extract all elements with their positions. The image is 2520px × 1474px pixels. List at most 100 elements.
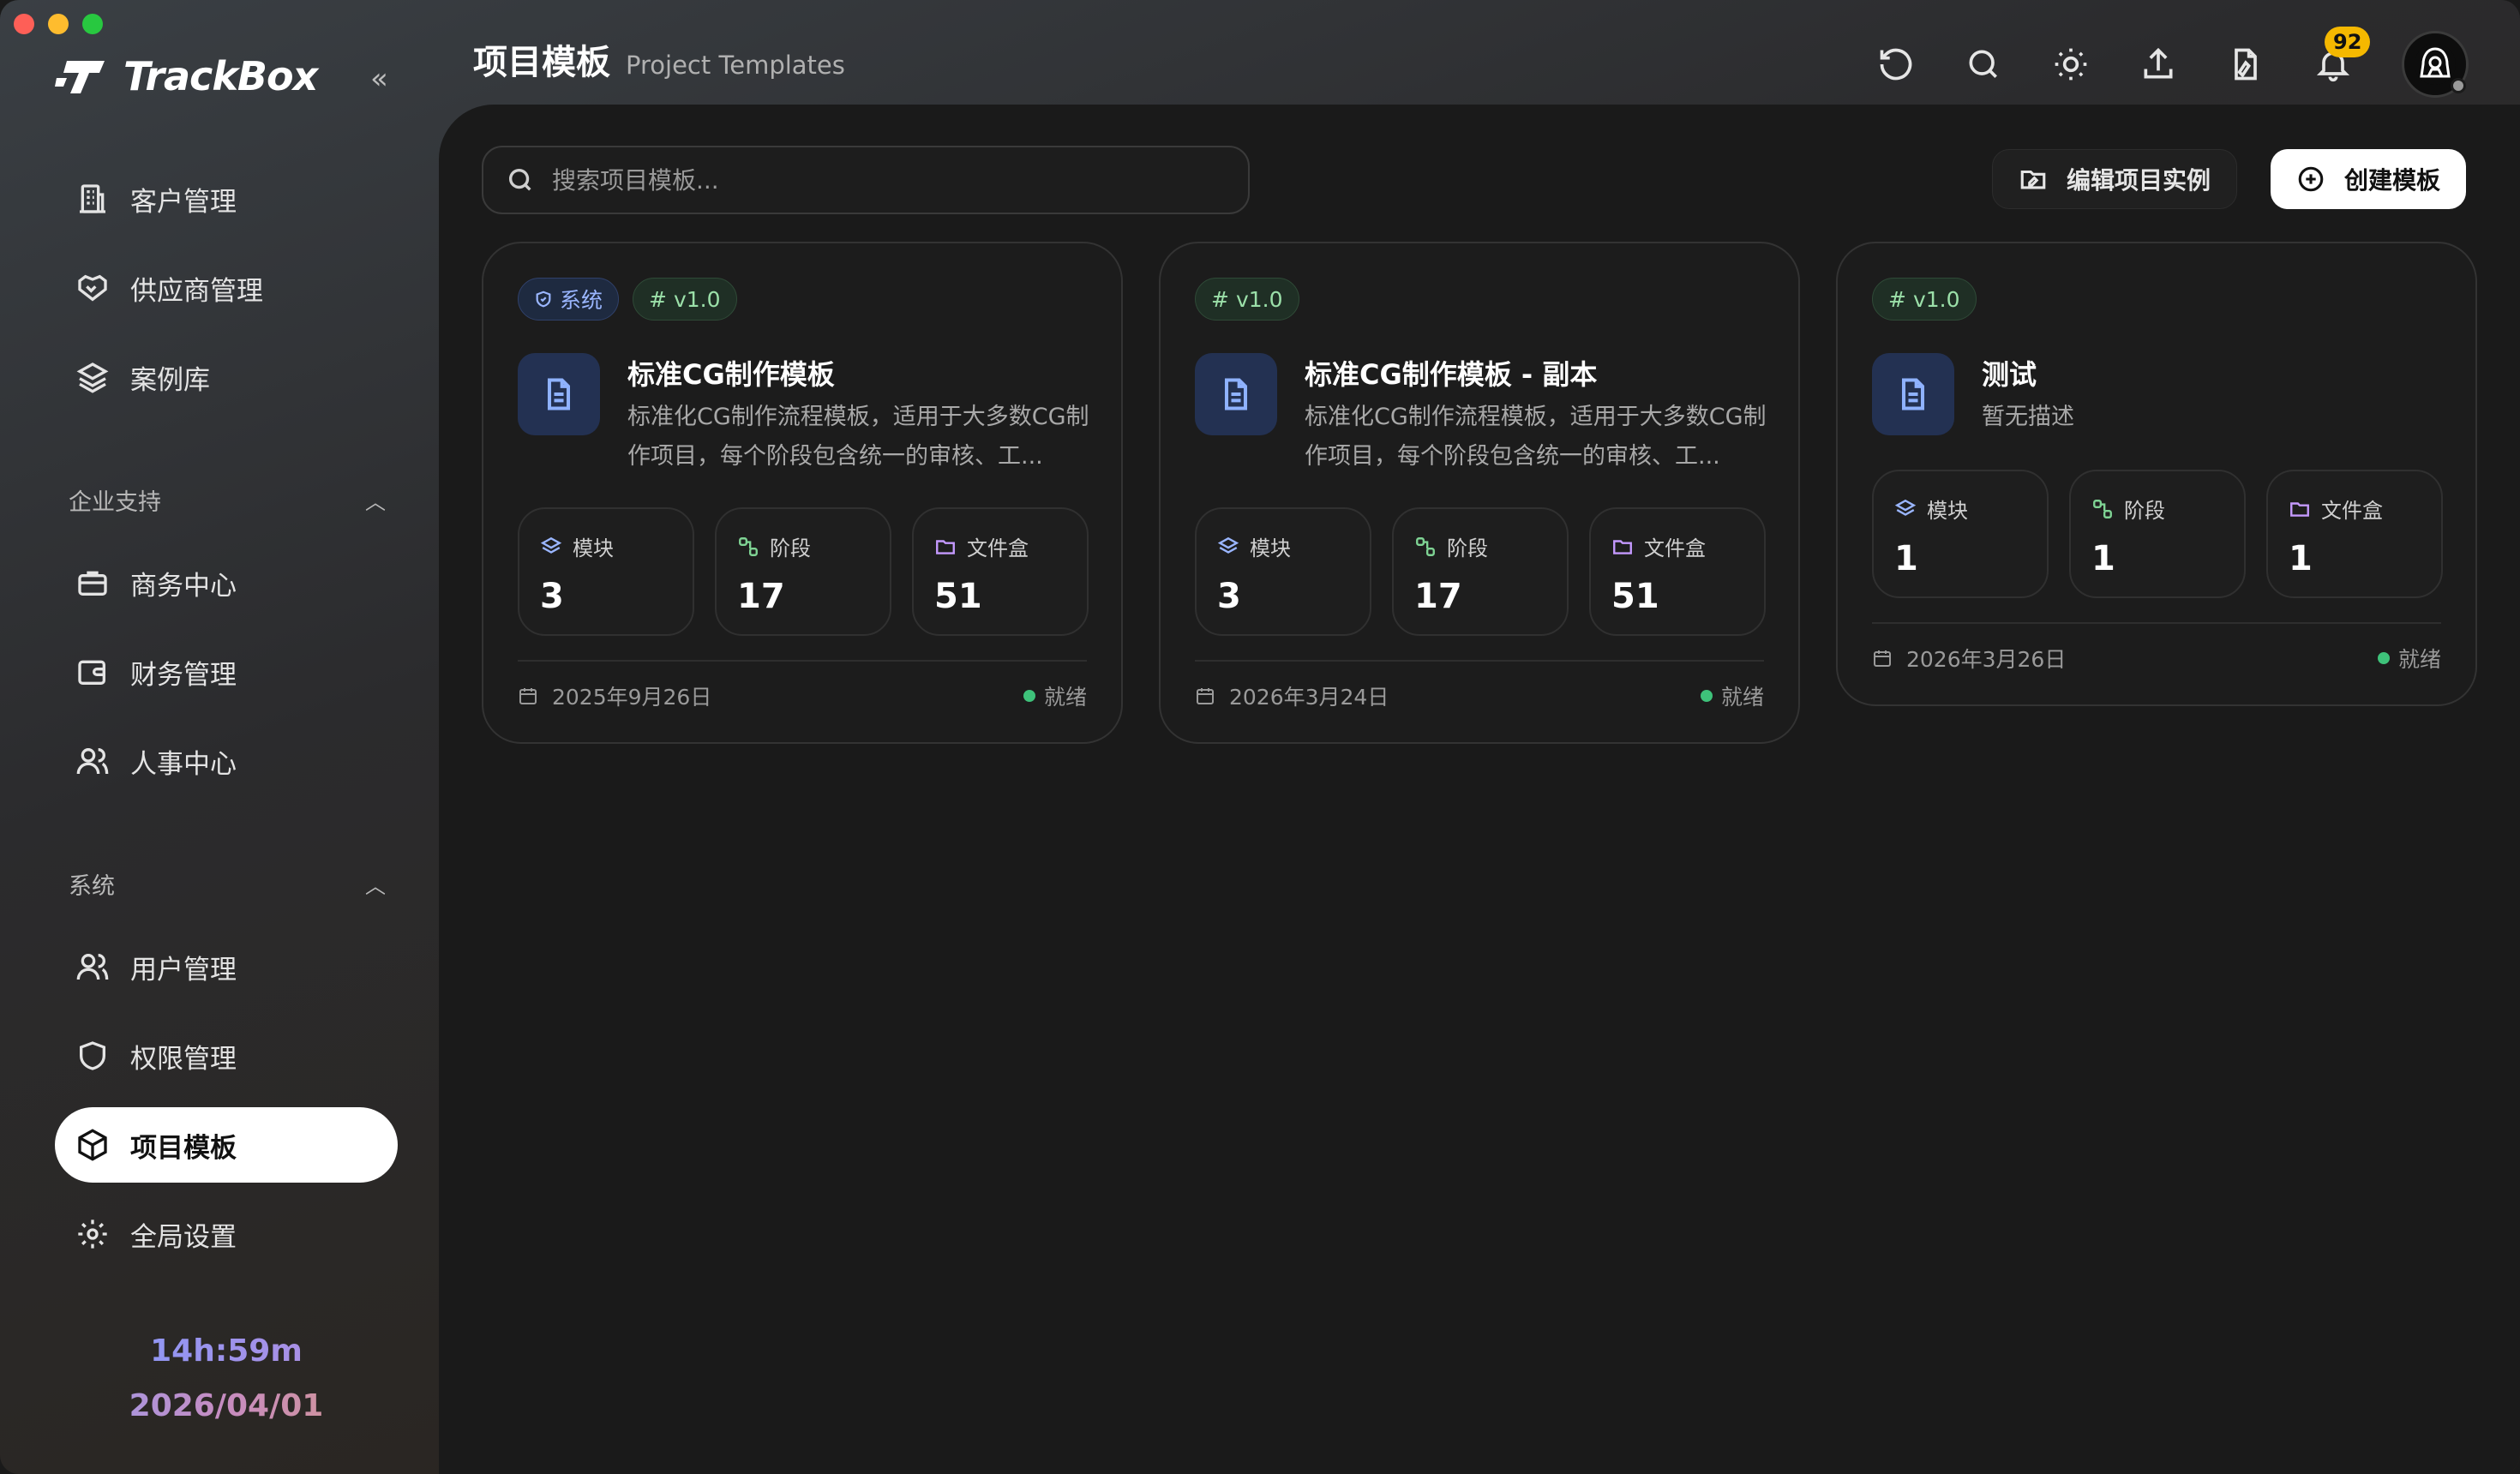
create-template-button[interactable]: 创建模板: [2271, 149, 2467, 209]
header-toolbar: 92: [1877, 27, 2469, 98]
current-date: 2026/04/01: [0, 1388, 453, 1423]
notification-badge: 92: [2325, 27, 2371, 57]
stat-file-boxes: 文件盒 51: [1589, 507, 1766, 636]
card-description: 暂无描述: [1982, 404, 2074, 430]
stat-label: 阶段: [770, 536, 811, 560]
stat-value: 17: [1414, 577, 1462, 616]
section-enterprise-support[interactable]: 企业支持 ︿: [69, 483, 386, 517]
search-button[interactable]: [1965, 45, 2002, 83]
stat-file-boxes: 文件盒 1: [2266, 470, 2443, 598]
template-icon-tile: [1872, 353, 1954, 435]
sidebar-item-hr[interactable]: 人事中心: [55, 723, 398, 799]
card-stats: 模块 3 阶段 17 文件盒 51: [518, 507, 1089, 636]
sidebar-item-permissions[interactable]: 权限管理: [55, 1018, 398, 1094]
version-label: v1.0: [1912, 286, 1960, 312]
sidebar-item-business-center[interactable]: 商务中心: [55, 545, 398, 620]
search-icon: [1969, 50, 1997, 78]
edit-button-label: 编辑项目实例: [2067, 166, 2211, 195]
status-text: 就绪: [1720, 685, 1764, 710]
main-content: 编辑项目实例 创建模板 系统 # v1.0 标准CG制作模板 标准化C: [439, 105, 2520, 1474]
stat-label: 模块: [1927, 499, 1968, 523]
status-text: 就绪: [2397, 647, 2441, 672]
handshake-icon: [78, 274, 107, 302]
briefcase-icon: [78, 571, 107, 596]
sidebar-item-label: 客户管理: [130, 186, 237, 218]
sidebar-item-case-library[interactable]: 案例库: [55, 339, 398, 415]
card-footer: 2026年3月26日 就绪: [1872, 643, 2441, 674]
stat-label: 文件盒: [2321, 499, 2383, 523]
sidebar-item-finance[interactable]: 财务管理: [55, 634, 398, 710]
sidebar-item-label: 权限管理: [130, 1043, 237, 1075]
sidebar-item-project-templates[interactable]: 项目模板: [55, 1107, 398, 1183]
card-description: 标准化CG制作流程模板，适用于大多数CG制作项目，每个阶段包含统一的审核、工..…: [1305, 404, 1767, 470]
template-card[interactable]: # v1.0 测试 暂无描述 模块 1 阶段 1 文件盒 1 2026年3月26…: [1836, 242, 2477, 706]
user-avatar[interactable]: [2402, 31, 2469, 98]
card-tags: # v1.0: [1872, 278, 1977, 321]
sidebar-item-user-management[interactable]: 用户管理: [55, 929, 398, 1004]
hash-icon: #: [1888, 286, 1906, 312]
workflow-icon: [2093, 499, 2112, 518]
stat-modules: 模块 1: [1872, 470, 2049, 598]
stat-value: 1: [2289, 539, 2313, 578]
stat-value: 1: [2091, 539, 2115, 578]
version-tag: # v1.0: [1195, 278, 1299, 321]
calendar-icon: [1197, 688, 1214, 704]
plus-circle-icon: [2298, 166, 2324, 192]
template-card[interactable]: # v1.0 标准CG制作模板 - 副本 标准化CG制作流程模板，适用于大多数C…: [1159, 242, 1800, 744]
card-title: 标准CG制作模板 - 副本: [1305, 358, 1598, 391]
page-title: 项目模板 Project Templates: [473, 34, 845, 84]
collapse-sidebar-icon[interactable]: «: [370, 62, 388, 96]
app-logo[interactable]: TrackBox: [55, 53, 318, 99]
status-badge: 就绪: [1023, 680, 1087, 711]
card-tags: # v1.0: [1195, 278, 1299, 321]
wallet-icon: [78, 660, 105, 685]
gear-icon: [78, 1219, 107, 1249]
layers-icon: [540, 536, 562, 554]
upload-icon: [2144, 47, 2173, 79]
file-sign-button[interactable]: [2227, 45, 2265, 83]
stat-label: 阶段: [2124, 499, 2165, 523]
search-icon: [508, 168, 531, 191]
folder-open-icon: [2290, 501, 2309, 517]
shield-icon: [80, 1041, 105, 1070]
stat-value: 51: [934, 577, 982, 616]
create-button-label: 创建模板: [2344, 166, 2441, 195]
status-dot: [1023, 690, 1035, 702]
stat-file-boxes: 文件盒 51: [912, 507, 1089, 636]
search-input[interactable]: [552, 165, 1203, 195]
sidebar-item-label: 案例库: [130, 364, 210, 396]
section-title: 系统: [69, 873, 115, 900]
layers-icon: [1217, 536, 1239, 554]
stat-phases: 阶段 1: [2069, 470, 2246, 598]
hash-icon: #: [649, 286, 667, 312]
section-system[interactable]: 系统 ︿: [69, 867, 386, 901]
card-date-text: 2026年3月24日: [1229, 685, 1389, 710]
sidebar-item-label: 商务中心: [130, 570, 237, 602]
refresh-button[interactable]: [1877, 45, 1915, 83]
system-tag-label: 系统: [560, 288, 603, 313]
status-text: 就绪: [1043, 685, 1087, 710]
version-tag: # v1.0: [633, 278, 737, 321]
template-card[interactable]: 系统 # v1.0 标准CG制作模板 标准化CG制作流程模板，适用于大多数CG制…: [482, 242, 1123, 744]
template-icon-tile: [518, 353, 600, 435]
template-search[interactable]: [482, 146, 1250, 214]
edit-project-instance-button[interactable]: 编辑项目实例: [1992, 149, 2238, 209]
workflow-icon: [1416, 536, 1435, 556]
stat-label: 阶段: [1447, 536, 1488, 560]
sidebar-item-label: 项目模板: [130, 1132, 237, 1164]
sidebar-item-suppliers[interactable]: 供应商管理: [55, 250, 398, 326]
upload-button[interactable]: [2139, 45, 2177, 83]
calendar-icon: [519, 688, 537, 704]
stat-label: 模块: [573, 536, 614, 560]
sidebar-item-customers[interactable]: 客户管理: [55, 161, 398, 237]
card-divider: [1195, 660, 1764, 662]
card-footer: 2025年9月26日 就绪: [518, 680, 1087, 711]
trackbox-logo-icon: [55, 61, 105, 93]
stat-modules: 模块 3: [1195, 507, 1371, 636]
sidebar-item-global-settings[interactable]: 全局设置: [55, 1196, 398, 1272]
calendar-icon: [1874, 650, 1891, 667]
version-label: v1.0: [1235, 286, 1283, 312]
notifications-button[interactable]: 92: [2314, 27, 2371, 83]
theme-toggle-button[interactable]: [2052, 45, 2090, 83]
folder-open-icon: [936, 539, 955, 554]
